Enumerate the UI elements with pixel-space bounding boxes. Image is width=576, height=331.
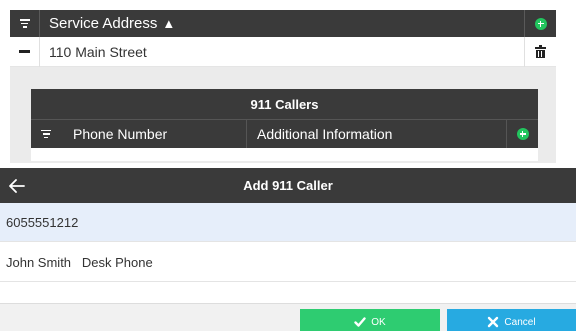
check-icon [354,317,366,327]
dialog-title: Add 911 Caller [243,178,333,193]
add-caller-dialog-header: Add 911 Caller [0,168,576,203]
sub-grid-header: Phone Number Additional Information [31,120,538,148]
column-title: Service Address [49,15,158,32]
sub-grid-title: 911 Callers [31,89,538,120]
close-icon [488,316,499,328]
additional-information-column-header[interactable]: Additional Information [247,126,506,142]
dialog-footer: OK Cancel [0,303,576,331]
table-row[interactable]: 110 Main Street [10,36,556,67]
phone-number-field[interactable] [0,203,576,242]
arrow-left-icon [9,178,25,193]
ok-button[interactable]: OK [300,309,440,331]
add-caller-button[interactable] [506,120,538,148]
service-address-column-header[interactable]: Service Address ▲ [40,15,524,32]
delete-row-button[interactable] [524,36,556,67]
callers-sub-grid: 911 Callers Phone Number Additional Info… [31,89,538,161]
filter-icon [19,19,30,28]
back-button[interactable] [0,168,34,203]
service-address-grid-header: Service Address ▲ [10,10,556,37]
additional-information-input[interactable] [6,254,576,270]
top-spacer [0,0,576,10]
cancel-label: Cancel [504,316,536,328]
ok-label: OK [371,316,386,328]
minus-icon [19,50,30,53]
phone-number-input[interactable] [6,214,576,230]
row-detail-panel: 911 Callers Phone Number Additional Info… [10,67,556,163]
collapse-row-button[interactable] [10,36,40,67]
service-address-cell: 110 Main Street [49,43,147,60]
sub-grid-empty-body [31,148,538,161]
filter-button[interactable] [10,10,40,37]
phone-number-column-header[interactable]: Phone Number [61,120,247,148]
add-circle-icon [516,128,529,140]
sub-grid-filter-button[interactable] [31,120,61,148]
add-circle-icon [534,17,547,30]
trash-icon [535,44,546,58]
filter-icon [41,129,51,139]
cancel-button[interactable]: Cancel [447,309,576,331]
additional-information-field[interactable] [0,243,576,282]
add-address-button[interactable] [524,10,556,37]
sort-ascending-icon: ▲ [162,16,176,31]
